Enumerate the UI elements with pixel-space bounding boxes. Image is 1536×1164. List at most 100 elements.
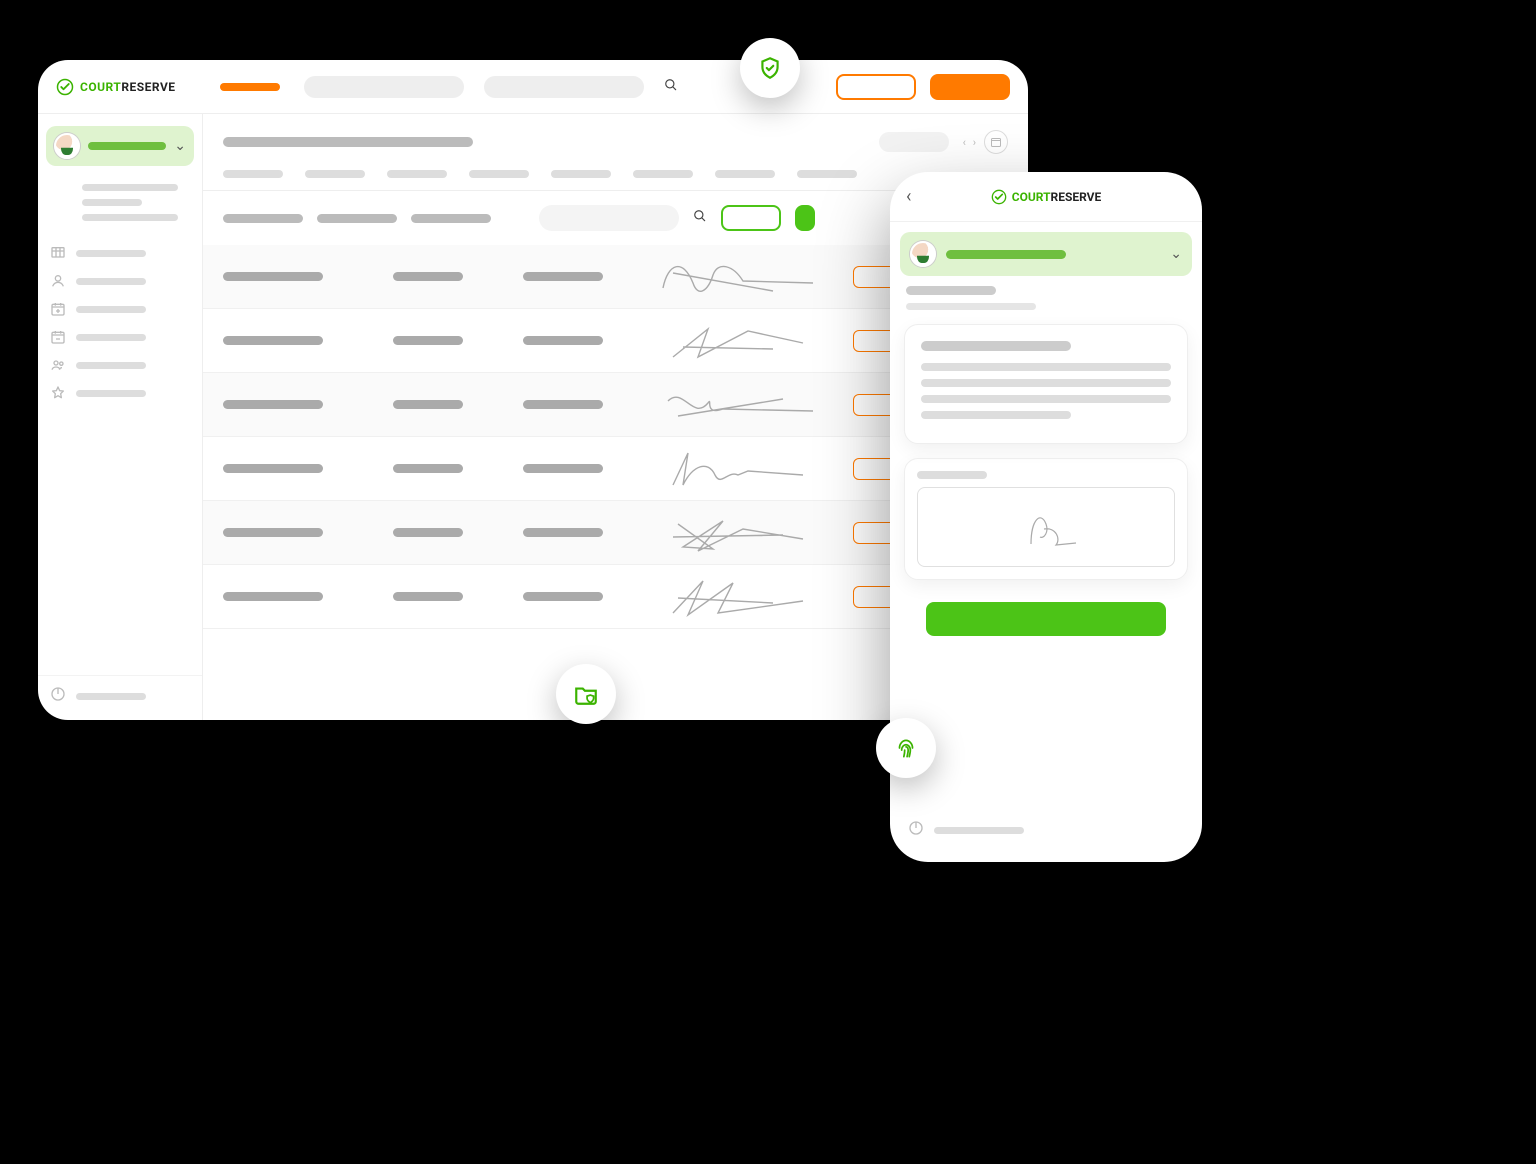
mobile-user-name: [946, 250, 1066, 259]
sidebar: ⌄: [38, 114, 203, 720]
cell: [223, 528, 323, 537]
power-icon: [908, 820, 924, 840]
avatar: [54, 133, 80, 159]
cell: [393, 464, 463, 473]
cell: [523, 464, 603, 473]
sidebar-item-dashboard[interactable]: [38, 239, 202, 267]
cell: [223, 400, 323, 409]
signature-cell: [653, 445, 823, 493]
sidebar-user-selector[interactable]: ⌄: [46, 126, 194, 166]
cell: [223, 464, 323, 473]
filter-3[interactable]: [411, 214, 491, 223]
badge-shield: [740, 38, 800, 98]
sidebar-item-label: [76, 250, 146, 257]
cell: [393, 272, 463, 281]
cell: [523, 272, 603, 281]
sidebar-logout[interactable]: [38, 675, 202, 720]
filter-outline-button[interactable]: [721, 205, 781, 231]
signature-label: [917, 471, 987, 479]
brand-part-a: COURT: [80, 80, 121, 94]
signature-cell: [653, 573, 823, 621]
filter-1[interactable]: [223, 214, 303, 223]
col-header[interactable]: [551, 170, 611, 178]
cell: [393, 400, 463, 409]
mobile-user-selector[interactable]: ⌄: [900, 232, 1192, 276]
sidebar-user-name: [88, 142, 166, 150]
cell: [223, 272, 323, 281]
sidebar-item-favorites[interactable]: [38, 379, 202, 407]
badge-folder: [556, 664, 616, 724]
sidebar-sublink[interactable]: [82, 214, 178, 221]
period-selector[interactable]: [879, 132, 949, 152]
active-tab-indicator[interactable]: [220, 83, 280, 91]
card-line: [921, 395, 1171, 403]
search-field-1[interactable]: [304, 76, 464, 98]
sidebar-item-label: [76, 334, 146, 341]
page-titlebar: ‹ ›: [203, 114, 1028, 164]
filter-2[interactable]: [317, 214, 397, 223]
sidebar-item-schedule[interactable]: [38, 323, 202, 351]
sidebar-sublink[interactable]: [82, 199, 142, 206]
power-icon: [50, 686, 66, 706]
col-header[interactable]: [469, 170, 529, 178]
header-primary-button[interactable]: [930, 74, 1010, 100]
sidebar-user-sublinks: [38, 176, 202, 229]
sidebar-item-members[interactable]: [38, 267, 202, 295]
sidebar-sublink[interactable]: [82, 184, 178, 191]
card-heading: [921, 341, 1071, 351]
search-icon[interactable]: [693, 209, 707, 227]
table-search-input[interactable]: [539, 205, 679, 231]
col-header[interactable]: [633, 170, 693, 178]
cell: [393, 592, 463, 601]
mobile-app-frame: ‹ COURTRESERVE ⌄: [890, 172, 1202, 862]
brand-logo: COURTRESERVE: [991, 189, 1102, 205]
mobile-waiver-card: [904, 324, 1188, 444]
avatar: [910, 241, 936, 267]
cell: [393, 336, 463, 345]
col-header[interactable]: [387, 170, 447, 178]
page-title: [223, 137, 473, 147]
mobile-page-title: [890, 286, 1202, 324]
signature-pad[interactable]: [917, 487, 1175, 567]
signature-cell: [653, 317, 823, 365]
sidebar-item-label: [76, 390, 146, 397]
col-header[interactable]: [305, 170, 365, 178]
sidebar-item-groups[interactable]: [38, 351, 202, 379]
mobile-logout-label: [934, 827, 1024, 834]
back-button[interactable]: ‹: [906, 186, 911, 207]
topbar: COURTRESERVE: [38, 60, 1028, 114]
calendar-minus-icon: [50, 329, 66, 345]
logo-check-icon: [56, 78, 74, 96]
folder-shield-icon: [573, 681, 599, 707]
card-line: [921, 363, 1171, 371]
user-icon: [50, 273, 66, 289]
col-header[interactable]: [797, 170, 857, 178]
col-header[interactable]: [223, 170, 283, 178]
chevron-down-icon: ⌄: [1170, 246, 1182, 262]
chevron-down-icon: ⌄: [174, 138, 186, 154]
sidebar-item-label: [76, 278, 146, 285]
signature-cell: [653, 509, 823, 557]
desktop-app-frame: COURTRESERVE ⌄: [38, 60, 1028, 720]
pager-arrows[interactable]: ‹ ›: [963, 136, 978, 149]
shield-check-icon: [757, 55, 783, 81]
card-line: [921, 379, 1171, 387]
grid-icon: [50, 245, 66, 261]
cell: [223, 592, 323, 601]
cell: [223, 336, 323, 345]
mobile-logout[interactable]: [890, 806, 1202, 862]
header-outline-button[interactable]: [836, 74, 916, 100]
cell: [523, 400, 603, 409]
search-icon[interactable]: [664, 78, 678, 96]
search-field-2[interactable]: [484, 76, 644, 98]
logo-check-icon: [991, 189, 1007, 205]
sidebar-item-label: [76, 306, 146, 313]
col-header[interactable]: [715, 170, 775, 178]
calendar-icon[interactable]: [984, 130, 1008, 154]
card-line: [921, 411, 1071, 419]
badge-fingerprint: [876, 718, 936, 778]
sidebar-item-bookings[interactable]: [38, 295, 202, 323]
filter-solid-button[interactable]: [795, 205, 815, 231]
mobile-submit-button[interactable]: [926, 602, 1166, 636]
brand-part-b: RESERVE: [121, 80, 175, 94]
